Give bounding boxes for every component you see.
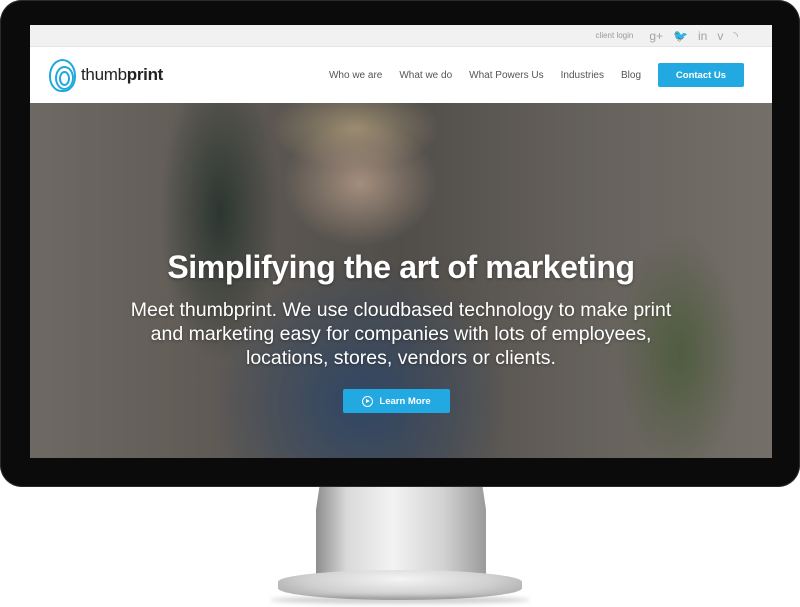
logo[interactable]: thumbprint [49, 58, 163, 92]
monitor-stand-neck [316, 487, 486, 577]
contact-us-button[interactable]: Contact Us [658, 63, 744, 87]
monitor-frame: client login g+ 🐦 in v ◝ thumbprint Who … [0, 0, 800, 487]
learn-more-label: Learn More [379, 395, 431, 407]
play-icon [362, 395, 374, 407]
nav-item-industries[interactable]: Industries [561, 70, 604, 81]
vimeo-icon[interactable]: v [717, 30, 723, 42]
hero-content: Simplifying the art of marketing Meet th… [30, 103, 772, 458]
linkedin-icon[interactable]: in [698, 30, 707, 42]
social-links: g+ 🐦 in v ◝ [649, 30, 738, 42]
monitor-stand-shadow [270, 596, 530, 604]
website-screen: client login g+ 🐦 in v ◝ thumbprint Who … [30, 25, 772, 458]
google-plus-icon[interactable]: g+ [649, 30, 663, 42]
hero-banner: Simplifying the art of marketing Meet th… [30, 103, 772, 458]
client-login-link[interactable]: client login [596, 31, 634, 40]
utility-bar: client login g+ 🐦 in v ◝ [30, 25, 772, 47]
hero-subtitle: Meet thumbprint. We use cloudbased techn… [130, 299, 672, 369]
twitter-icon[interactable]: 🐦 [673, 30, 688, 42]
main-nav: thumbprint Who we are What we do What Po… [30, 47, 772, 103]
fingerprint-icon [49, 58, 76, 92]
logo-text-light: thumb [81, 65, 127, 84]
nav-item-who-we-are[interactable]: Who we are [329, 70, 382, 81]
logo-text: thumbprint [81, 65, 163, 85]
logo-text-bold: print [126, 65, 164, 84]
nav-item-blog[interactable]: Blog [621, 70, 641, 81]
hero-title: Simplifying the art of marketing [167, 249, 635, 285]
rss-icon[interactable]: ◝ [733, 30, 738, 42]
nav-item-what-we-do[interactable]: What we do [399, 70, 452, 81]
nav-menu: Who we are What we do What Powers Us Ind… [312, 63, 744, 87]
learn-more-button[interactable]: Learn More [343, 389, 450, 413]
nav-item-what-powers-us[interactable]: What Powers Us [469, 70, 543, 81]
